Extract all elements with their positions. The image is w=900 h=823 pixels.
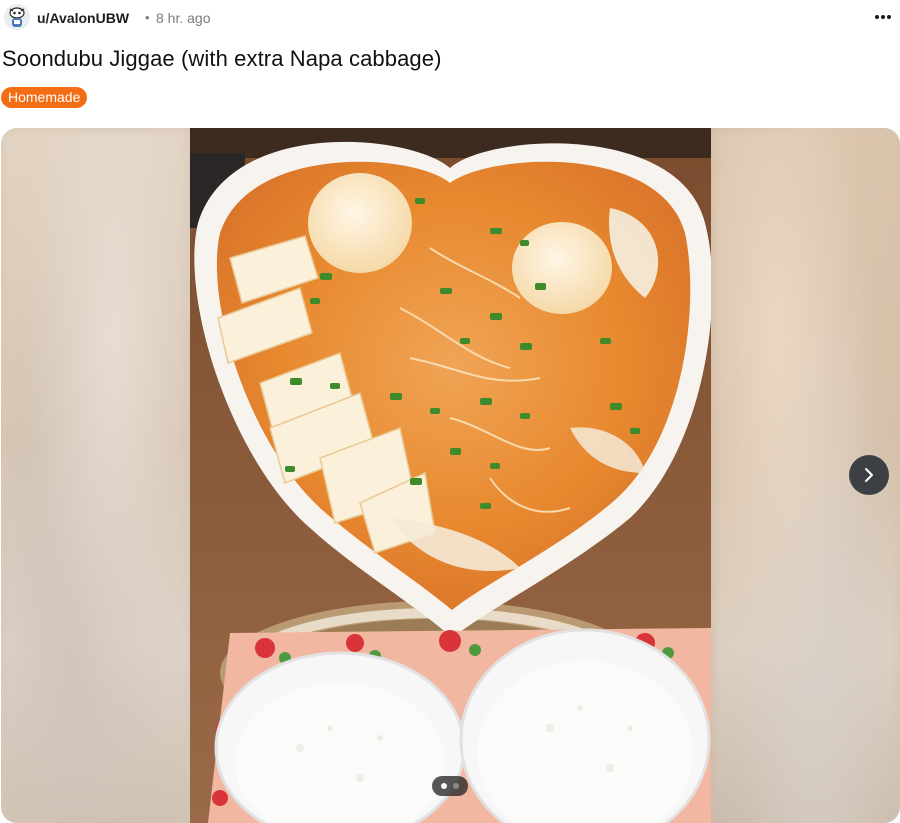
pager-dot-active — [441, 783, 447, 789]
post-age: 8 hr. ago — [156, 10, 211, 26]
chevron-right-icon — [865, 468, 873, 482]
meta-separator: • — [145, 10, 150, 25]
image-gallery[interactable] — [1, 128, 900, 823]
next-image-button[interactable] — [849, 455, 889, 495]
more-options-button[interactable] — [870, 4, 896, 30]
gallery-blur-background-left — [1, 128, 190, 823]
avatar[interactable] — [4, 4, 30, 30]
snoo-avatar-icon — [4, 4, 30, 30]
author-link[interactable]: u/AvalonUBW — [37, 10, 129, 26]
post-header: u/AvalonUBW • 8 hr. ago — [0, 0, 900, 38]
post-image[interactable] — [190, 128, 711, 823]
gallery-pager — [432, 776, 468, 796]
post-title[interactable]: Soondubu Jiggae (with extra Napa cabbage… — [2, 46, 442, 72]
pager-dot — [453, 783, 459, 789]
more-options-icon — [875, 15, 891, 19]
post-flair[interactable]: Homemade — [1, 87, 88, 108]
stew-photo — [190, 128, 711, 823]
